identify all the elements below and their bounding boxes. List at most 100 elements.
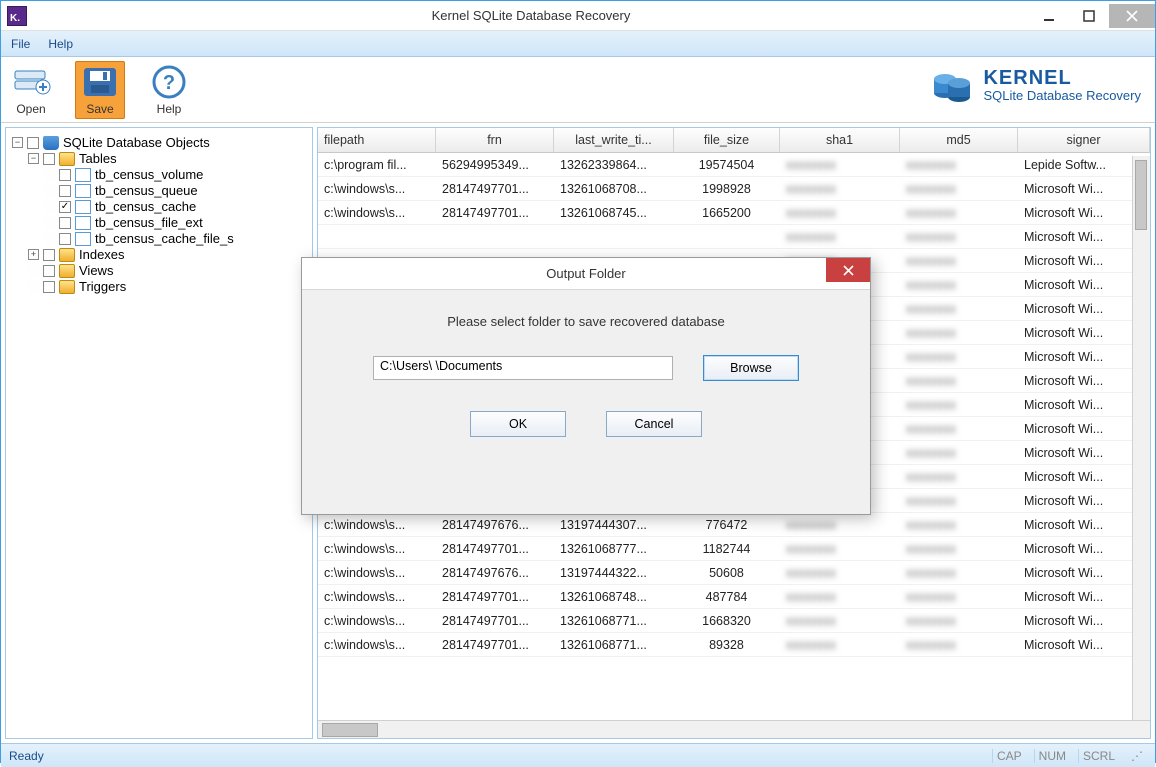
checkbox[interactable] <box>59 169 71 181</box>
collapse-icon[interactable]: − <box>12 137 23 148</box>
table-row[interactable]: c:\windows\s...28147497701...13261068771… <box>318 633 1150 657</box>
checkbox[interactable] <box>43 153 55 165</box>
col-last-write[interactable]: last_write_ti... <box>554 128 674 152</box>
col-filepath[interactable]: filepath <box>318 128 436 152</box>
checkbox[interactable] <box>27 137 39 149</box>
tree-root[interactable]: SQLite Database Objects <box>63 135 210 150</box>
col-signer[interactable]: signer <box>1018 128 1150 152</box>
statusbar: Ready CAP NUM SCRL ⋰ <box>1 743 1155 767</box>
menu-help[interactable]: Help <box>48 37 73 51</box>
table-row[interactable]: xxxxxxxxxxxxxxxxMicrosoft Wi... <box>318 225 1150 249</box>
cell <box>674 234 780 240</box>
cell: Microsoft Wi... <box>1018 419 1150 439</box>
maximize-button[interactable] <box>1069 4 1109 28</box>
cell: xxxxxxxx <box>900 323 1018 343</box>
brand-logo-icon <box>929 63 973 107</box>
cell: 1182744 <box>674 539 780 559</box>
output-path-input[interactable]: C:\Users\ \Documents <box>373 356 673 380</box>
table-row[interactable]: c:\windows\s...28147497701...13261068748… <box>318 585 1150 609</box>
tree-item[interactable]: tb_census_volume <box>95 167 203 182</box>
tree-item[interactable]: tb_census_cache <box>95 199 196 214</box>
browse-button[interactable]: Browse <box>703 355 799 381</box>
cell: Microsoft Wi... <box>1018 539 1150 559</box>
tree-tables[interactable]: Tables <box>79 151 117 166</box>
folder-icon <box>59 280 75 294</box>
ok-button[interactable]: OK <box>470 411 566 437</box>
cell: 28147497701... <box>436 203 554 223</box>
tree-indexes[interactable]: Indexes <box>79 247 125 262</box>
open-button[interactable]: Open <box>11 64 51 116</box>
table-row[interactable]: c:\windows\s...28147497701...13261068771… <box>318 609 1150 633</box>
table-row[interactable]: c:\program fil...56294995349...132623398… <box>318 153 1150 177</box>
database-icon <box>43 136 59 150</box>
col-sha1[interactable]: sha1 <box>780 128 900 152</box>
dialog-titlebar[interactable]: Output Folder <box>302 258 870 290</box>
toolbar: Open Save ? Help KERNEL SQLite Database … <box>1 57 1155 123</box>
table-icon <box>75 168 91 182</box>
folder-icon <box>59 152 75 166</box>
cell: xxxxxxxx <box>900 179 1018 199</box>
close-button[interactable] <box>1109 4 1155 28</box>
cell: 13261068708... <box>554 179 674 199</box>
cell: xxxxxxxx <box>900 491 1018 511</box>
checkbox[interactable] <box>59 233 71 245</box>
vertical-scrollbar[interactable] <box>1132 156 1150 720</box>
status-num: NUM <box>1034 749 1070 763</box>
tree-item[interactable]: tb_census_queue <box>95 183 198 198</box>
tree-views[interactable]: Views <box>79 263 113 278</box>
table-row[interactable]: c:\windows\s...28147497701...13261068708… <box>318 177 1150 201</box>
cell: Microsoft Wi... <box>1018 587 1150 607</box>
cell: 56294995349... <box>436 155 554 175</box>
checkbox[interactable] <box>59 185 71 197</box>
checkbox[interactable] <box>59 217 71 229</box>
col-frn[interactable]: frn <box>436 128 554 152</box>
menu-file[interactable]: File <box>11 37 30 51</box>
help-button[interactable]: ? Help <box>149 64 189 116</box>
tree-panel[interactable]: − SQLite Database Objects − Tables <box>5 127 313 739</box>
cell: 19574504 <box>674 155 780 175</box>
status-ready: Ready <box>9 749 44 763</box>
tree-item[interactable]: tb_census_file_ext <box>95 215 203 230</box>
table-row[interactable]: c:\windows\s...28147497676...13197444322… <box>318 561 1150 585</box>
cell: 13262339864... <box>554 155 674 175</box>
titlebar: K. Kernel SQLite Database Recovery <box>1 1 1155 31</box>
brand-sub: SQLite Database Recovery <box>983 89 1141 103</box>
checkbox[interactable] <box>43 265 55 277</box>
cell: c:\windows\s... <box>318 635 436 655</box>
col-md5[interactable]: md5 <box>900 128 1018 152</box>
horizontal-scrollbar[interactable] <box>318 720 1150 738</box>
cell: xxxxxxxx <box>780 563 900 583</box>
cell: 13197444307... <box>554 515 674 535</box>
collapse-icon[interactable]: − <box>28 153 39 164</box>
tree-triggers[interactable]: Triggers <box>79 279 126 294</box>
cell: 28147497701... <box>436 587 554 607</box>
checkbox[interactable] <box>43 249 55 261</box>
table-row[interactable]: c:\windows\s...28147497676...13197444307… <box>318 513 1150 537</box>
cell: xxxxxxxx <box>900 155 1018 175</box>
table-icon <box>75 200 91 214</box>
checkbox[interactable] <box>59 201 71 213</box>
status-cap: CAP <box>992 749 1026 763</box>
open-label: Open <box>16 102 45 116</box>
cell: 487784 <box>674 587 780 607</box>
checkbox[interactable] <box>43 281 55 293</box>
col-file-size[interactable]: file_size <box>674 128 780 152</box>
table-row[interactable]: c:\windows\s...28147497701...13261068777… <box>318 537 1150 561</box>
tree-item[interactable]: tb_census_cache_file_s <box>95 231 234 246</box>
minimize-button[interactable] <box>1029 4 1069 28</box>
table-row[interactable]: c:\windows\s...28147497701...13261068745… <box>318 201 1150 225</box>
cell: Microsoft Wi... <box>1018 611 1150 631</box>
cell: 28147497701... <box>436 539 554 559</box>
dialog-close-button[interactable] <box>826 258 870 282</box>
cancel-button[interactable]: Cancel <box>606 411 702 437</box>
save-button[interactable]: Save <box>75 61 125 119</box>
cell: Microsoft Wi... <box>1018 395 1150 415</box>
cell: xxxxxxxx <box>780 155 900 175</box>
expand-icon[interactable]: + <box>28 249 39 260</box>
cell: Microsoft Wi... <box>1018 347 1150 367</box>
cell: xxxxxxxx <box>900 635 1018 655</box>
cell: Microsoft Wi... <box>1018 251 1150 271</box>
folder-icon <box>59 248 75 262</box>
cell: xxxxxxxx <box>780 635 900 655</box>
resize-grip-icon[interactable]: ⋰ <box>1127 749 1147 763</box>
